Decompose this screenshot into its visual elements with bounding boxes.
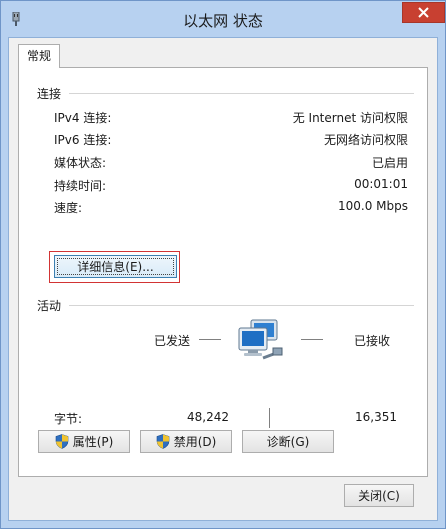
disable-button[interactable]: 禁用(D) <box>140 430 232 453</box>
disable-button-label: 禁用(D) <box>173 435 217 449</box>
connection-group-label: 连接 <box>37 87 62 101</box>
tab-panel-general: 连接 IPv4 连接: 无 Internet 访问权限 IPv6 连接: 无网络… <box>18 67 428 477</box>
dialog-client-area: 常规 连接 IPv4 连接: 无 Internet 访问权限 IPv6 连接: … <box>8 37 438 521</box>
details-button[interactable]: 详细信息(E)... <box>54 255 177 278</box>
activity-separator <box>269 408 270 428</box>
received-dash <box>301 339 323 340</box>
bytes-sent-value: 48,242 <box>187 410 229 424</box>
bytes-received-value: 16,351 <box>355 410 397 424</box>
close-button[interactable]: 关闭(C) <box>344 484 414 507</box>
focus-dotted-outline <box>57 258 174 275</box>
window-close-button[interactable] <box>402 2 445 23</box>
connection-group-divider <box>69 93 414 94</box>
tab-general[interactable]: 常规 <box>18 44 60 68</box>
close-button-label: 关闭(C) <box>358 489 400 503</box>
sent-label: 已发送 <box>154 334 191 348</box>
media-state-label: 媒体状态: <box>54 156 107 170</box>
diagnose-button[interactable]: 诊断(G) <box>242 430 334 453</box>
window-title: 以太网 状态 <box>183 12 263 30</box>
properties-button-label: 属性(P) <box>72 435 114 449</box>
network-computers-icon <box>238 319 283 360</box>
activity-group-divider <box>69 305 414 306</box>
speed-label: 速度: <box>54 201 83 215</box>
sent-dash <box>199 339 221 340</box>
uac-shield-icon <box>156 434 169 449</box>
ipv6-label: IPv6 连接: <box>54 133 112 147</box>
media-state-value: 已启用 <box>371 156 408 170</box>
bytes-label: 字节: <box>54 412 83 426</box>
ipv6-value: 无网络访问权限 <box>323 133 408 147</box>
received-label: 已接收 <box>354 334 391 348</box>
duration-label: 持续时间: <box>54 179 107 193</box>
status-window: 以太网 状态 常规 连接 IPv4 连接: 无 Internet 访问权限 IP… <box>0 0 446 529</box>
close-icon <box>418 7 429 18</box>
ipv4-value: 无 Internet 访问权限 <box>292 111 408 125</box>
properties-button[interactable]: 属性(P) <box>38 430 130 453</box>
ipv4-label: IPv4 连接: <box>54 111 112 125</box>
speed-value: 100.0 Mbps <box>337 199 408 213</box>
uac-shield-icon <box>55 434 68 449</box>
diagnose-button-label: 诊断(G) <box>266 435 310 449</box>
activity-group-label: 活动 <box>37 299 62 313</box>
duration-value: 00:01:01 <box>354 177 408 191</box>
title-bar[interactable]: 以太网 状态 <box>1 1 445 37</box>
